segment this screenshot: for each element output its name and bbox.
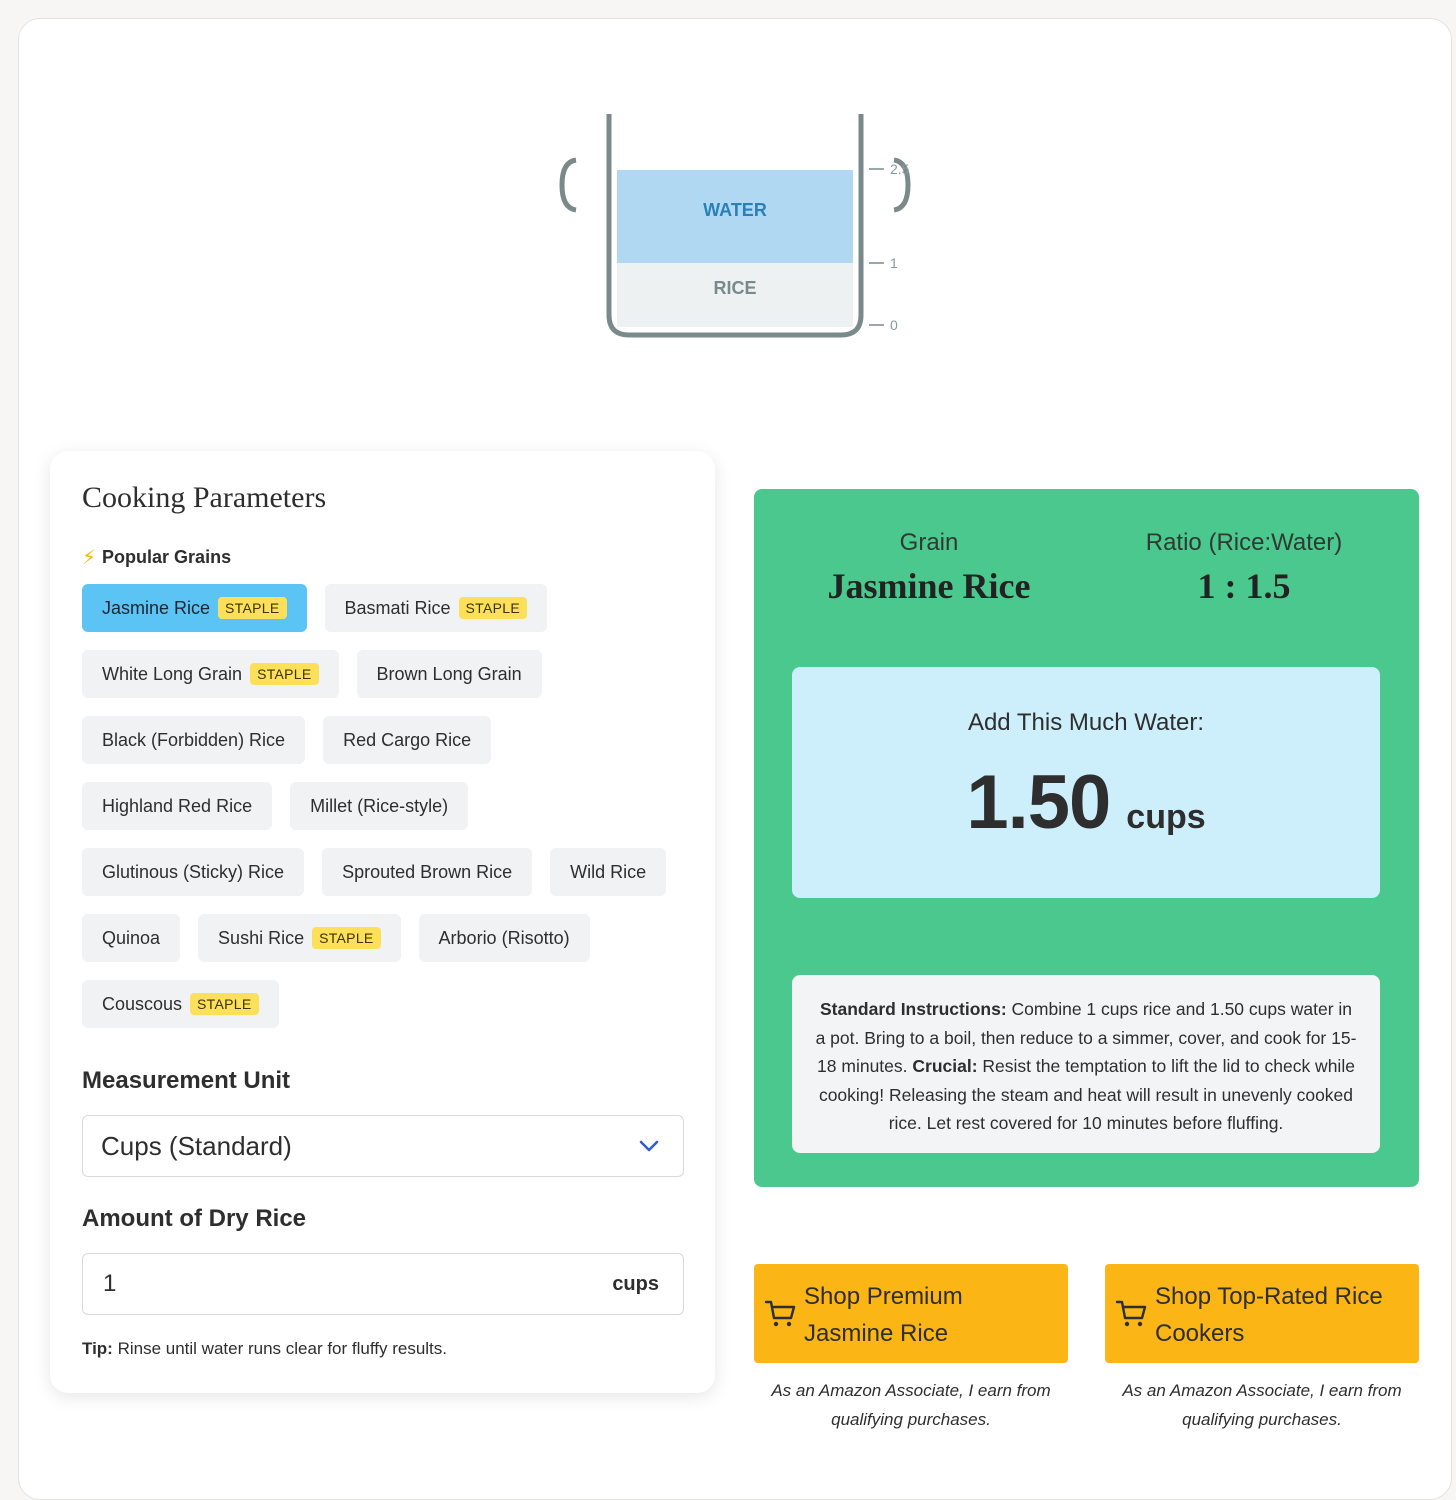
grain-chip-label: Quinoa (102, 927, 161, 948)
grain-chip-label: Jasmine Rice (102, 597, 211, 618)
grain-chip[interactable]: Red Cargo Rice (323, 716, 492, 764)
instructions-standard-label: Standard Instructions: (819, 999, 1007, 1019)
grain-chip-label: Glutinous (Sticky) Rice (102, 861, 285, 882)
tip-label: Tip: (82, 1339, 113, 1358)
water-label: WATER (703, 200, 767, 220)
water-amount-unit: cups (1126, 798, 1206, 836)
instructions-box: Standard Instructions: Combine 1 cups ri… (792, 975, 1380, 1153)
popular-grains-label: Popular Grains (102, 547, 232, 567)
cart-icon (1115, 1300, 1147, 1327)
grain-chip-label: Red Cargo Rice (343, 729, 472, 750)
grain-chip[interactable]: Basmati Rice STAPLE (324, 584, 547, 632)
grain-chip-label: Highland Red Rice (102, 795, 253, 816)
cooking-parameters-card: Cooking Parameters ⚡ Popular Grains Jasm… (50, 451, 715, 1393)
amount-input[interactable] (101, 1269, 613, 1299)
grain-stat-value: Jasmine Rice (827, 566, 1031, 606)
amount-unit-label: cups (612, 1272, 659, 1295)
staple-badge: STAPLE (312, 927, 381, 949)
shop-rice-cookers-label: Shop Top-Rated Rice Cookers (1155, 1283, 1383, 1347)
instructions-crucial-label: Crucial: (912, 1056, 978, 1076)
grain-chip-label: Sushi Rice (218, 927, 305, 948)
pot-diagram: WATER RICE 2.5 1 0 (559, 114, 911, 338)
grain-chip[interactable]: Sprouted Brown Rice (322, 848, 533, 896)
tip-body: Rinse until water runs clear for fluffy … (112, 1339, 448, 1358)
card-title: Cooking Parameters (82, 481, 327, 514)
staple-badge: STAPLE (458, 597, 527, 619)
grain-chip-label: Black (Forbidden) Rice (102, 729, 286, 750)
affiliate-disclaimer: As an Amazon Associate, I earn from qual… (1122, 1381, 1402, 1429)
tick-label-mid: 1 (890, 255, 898, 271)
grain-chip[interactable]: Couscous STAPLE (82, 980, 279, 1028)
shop-jasmine-rice-button[interactable]: Shop Premium Jasmine Rice (754, 1264, 1068, 1363)
tick-label-top: 2.5 (890, 161, 910, 177)
tick-label-bottom: 0 (890, 317, 898, 333)
grain-chip[interactable]: Millet (Rice-style) (290, 782, 469, 830)
water-amount-display: 1.50 cups (792, 759, 1380, 846)
water-amount-box: Add This Much Water: 1.50 cups (792, 667, 1380, 898)
tip-text: Tip: Rinse until water runs clear for fl… (82, 1339, 447, 1359)
rice-label: RICE (713, 278, 756, 298)
grain-chip[interactable]: Glutinous (Sticky) Rice (82, 848, 305, 896)
grain-chip-label: Couscous (102, 993, 183, 1014)
amount-field: cups (82, 1253, 684, 1315)
grain-chip[interactable]: White Long Grain STAPLE (82, 650, 339, 698)
grain-chip[interactable]: Black (Forbidden) Rice (82, 716, 306, 764)
cart-icon (764, 1300, 796, 1327)
grain-stat-label: Grain (899, 529, 959, 556)
water-amount-value: 1.50 (966, 760, 1111, 845)
grain-chip-label: Millet (Rice-style) (310, 795, 449, 816)
grain-chip-label: Wild Rice (570, 861, 647, 882)
grain-chip[interactable]: Sushi Rice STAPLE (198, 914, 401, 962)
result-panel: Grain Jasmine Rice Ratio (Rice:Water) 1 … (754, 489, 1419, 1187)
grain-chip[interactable]: Highland Red Rice (82, 782, 273, 830)
pot-handle-left (559, 157, 577, 213)
staple-badge: STAPLE (250, 663, 319, 685)
grain-chip[interactable]: Wild Rice (550, 848, 667, 896)
chevron-down-icon (639, 1140, 659, 1152)
measurement-unit-heading: Measurement Unit (82, 1067, 291, 1094)
measurement-unit-value: Cups (Standard) (101, 1130, 292, 1161)
ratio-stat: Ratio (Rice:Water) 1 : 1.5 (1114, 529, 1374, 607)
pot-visual: WATER RICE 2.5 1 0 (0, 0, 1456, 360)
lightning-bolt-icon: ⚡ (82, 547, 97, 569)
shop-jasmine-rice-label: Shop Premium Jasmine Rice (804, 1283, 963, 1347)
grain-chip[interactable]: Brown Long Grain (356, 650, 542, 698)
grain-chip[interactable]: Jasmine Rice STAPLE (82, 584, 307, 632)
amount-heading: Amount of Dry Rice (82, 1205, 307, 1232)
grain-chip-label: Arborio (Risotto) (438, 927, 570, 948)
grain-stat: Grain Jasmine Rice (794, 529, 1064, 607)
staple-badge: STAPLE (190, 993, 259, 1015)
ratio-stat-value: 1 : 1.5 (1197, 566, 1291, 606)
ratio-stat-label: Ratio (Rice:Water) (1145, 529, 1343, 556)
grain-chip-label: Brown Long Grain (376, 663, 522, 684)
measurement-unit-select[interactable]: Cups (Standard) (82, 1115, 684, 1177)
grain-chip-label: White Long Grain (102, 663, 243, 684)
shop-rice-cookers-button[interactable]: Shop Top-Rated Rice Cookers (1105, 1264, 1419, 1363)
grain-chip-list: Jasmine Rice STAPLE Basmati Rice STAPLE Whit… (82, 584, 692, 1028)
water-amount-title: Add This Much Water: (967, 709, 1205, 736)
grain-chip-label: Sprouted Brown Rice (342, 861, 513, 882)
grain-chip[interactable]: Quinoa (82, 914, 181, 962)
grain-chip-label: Basmati Rice (344, 597, 451, 618)
staple-badge: STAPLE (218, 597, 287, 619)
affiliate-disclaimer: As an Amazon Associate, I earn from qual… (771, 1381, 1051, 1429)
grain-chip[interactable]: Arborio (Risotto) (418, 914, 590, 962)
popular-grains-heading: ⚡ Popular Grains (82, 545, 231, 570)
